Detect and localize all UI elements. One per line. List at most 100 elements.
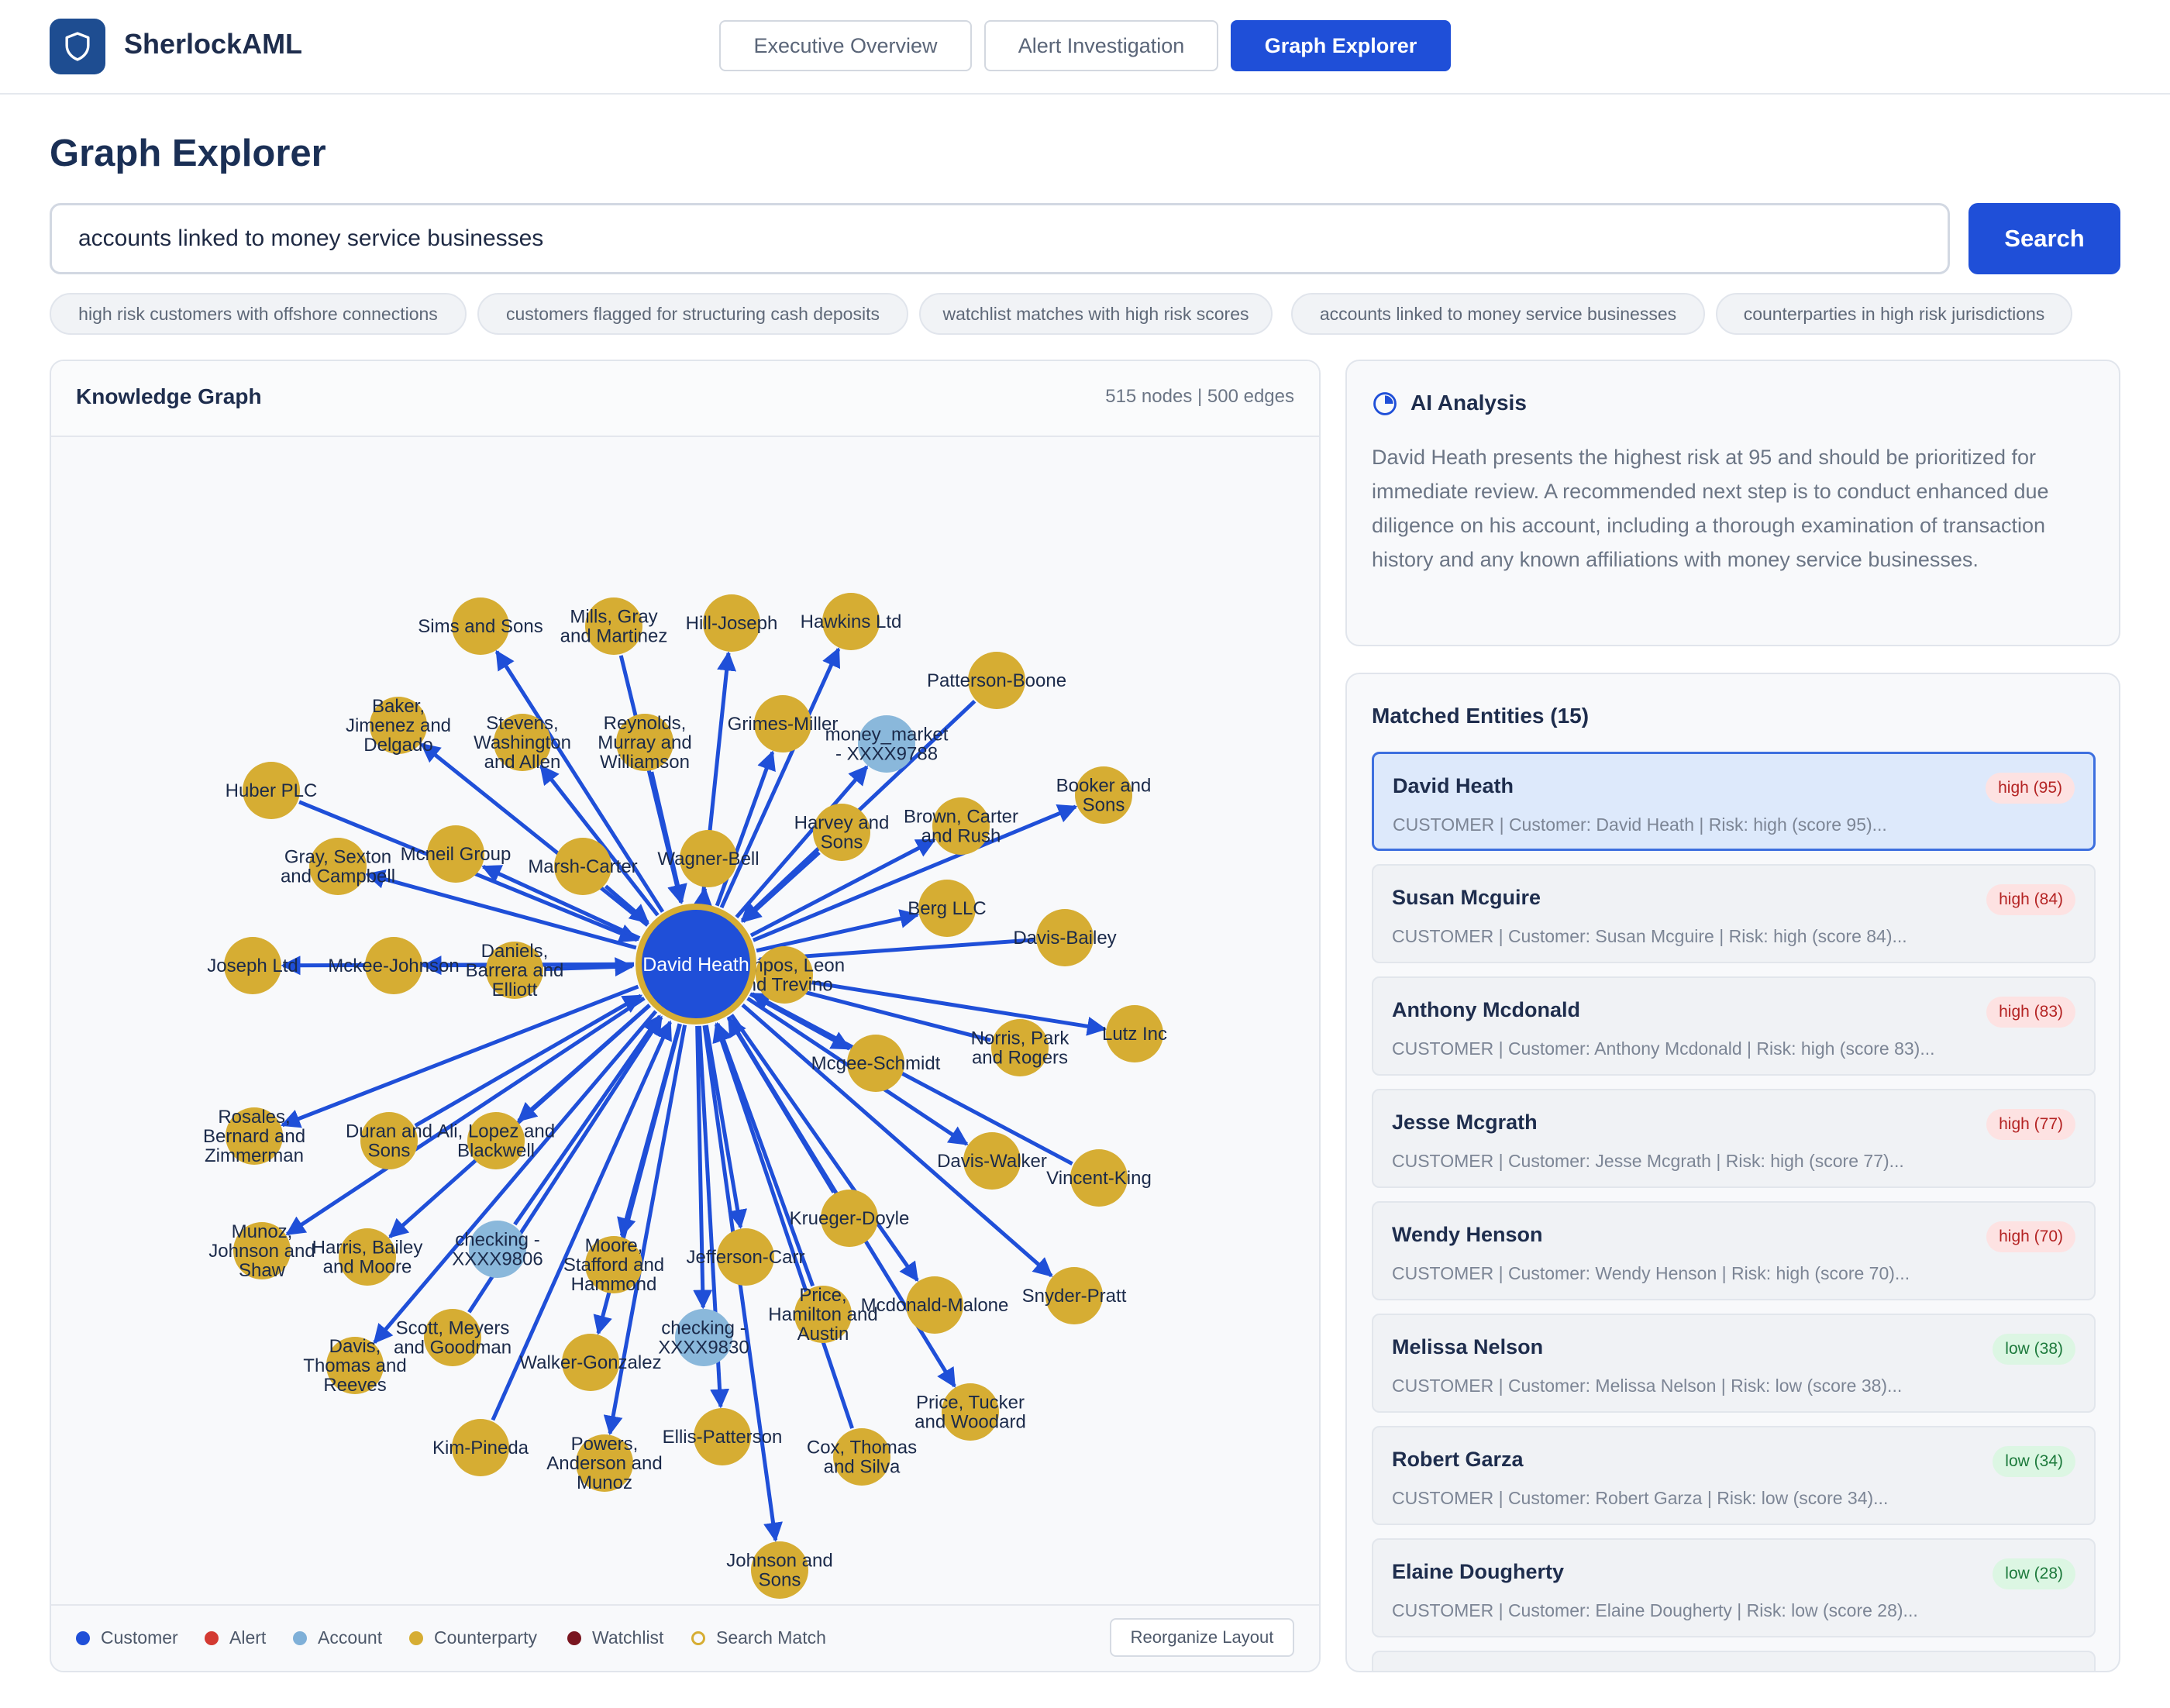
suggestion-chip[interactable]: accounts linked to money service busines… (1291, 293, 1705, 335)
entity-card[interactable]: Elaine Dougherty low (28) CUSTOMER | Cus… (1372, 1538, 2096, 1637)
suggestion-chip[interactable]: watchlist matches with high risk scores (919, 293, 1273, 335)
graph-node[interactable]: Reynolds, Murray and Williamson (598, 713, 691, 773)
ai-analysis-title: AI Analysis (1410, 391, 1527, 415)
entity-card[interactable]: Susan Mcguire high (84) CUSTOMER | Custo… (1372, 864, 2096, 963)
entity-name: Anthony Mcdonald (1392, 998, 1580, 1021)
tab-graph-explorer[interactable]: Graph Explorer (1231, 20, 1451, 71)
entity-summary: CUSTOMER | Customer: Melissa Nelson | Ri… (1392, 1376, 1903, 1396)
graph-node[interactable]: Kim-Pineda (432, 1419, 529, 1476)
entity-card[interactable]: Jesse Mcgrath high (77) CUSTOMER | Custo… (1372, 1089, 2096, 1188)
graph-node[interactable]: Johnson and Sons (726, 1541, 833, 1599)
graph-node[interactable]: Rosales, Bernard and Zimmerman (203, 1107, 305, 1166)
graph-node[interactable]: Duran and Sons (346, 1112, 432, 1169)
graph-node[interactable]: Hill-Joseph (686, 594, 778, 652)
graph-node[interactable]: Brown, Carter and Rush (904, 797, 1018, 855)
entity-card[interactable]: Melissa Nelson low (38) CUSTOMER | Custo… (1372, 1314, 2096, 1413)
graph-node[interactable]: Booker and Sons (1056, 766, 1152, 824)
graph-node[interactable]: Moore, Stafford and Hammond (563, 1235, 664, 1295)
entity-summary: CUSTOMER | Customer: David Heath | Risk:… (1393, 814, 1887, 835)
legend-dot (567, 1631, 581, 1645)
graph-node[interactable]: Cox, Thomas and Silva (807, 1428, 917, 1486)
entity-card[interactable]: Robert Garza low (34) CUSTOMER | Custome… (1372, 1426, 2096, 1525)
graph-node[interactable]: Norris, Park and Rogers (971, 1019, 1070, 1076)
entity-summary: CUSTOMER | Customer: Robert Garza | Risk… (1392, 1488, 1889, 1508)
legend-counterparty: Counterparty (409, 1627, 537, 1648)
graph-node[interactable]: Munoz, Johnson and Shaw (208, 1221, 315, 1281)
graph-node-label: Cox, Thomas and Silva (807, 1438, 917, 1478)
graph-node-label: Brown, Carter and Rush (904, 807, 1018, 847)
entity-card[interactable]: Anthony Mcdonald high (83) CUSTOMER | Cu… (1372, 976, 2096, 1076)
graph-node[interactable]: Ali, Lopez and Blackwell (437, 1112, 555, 1169)
search-button[interactable]: Search (1968, 203, 2120, 274)
graph-node[interactable]: Mcdonald-Malone (861, 1276, 1009, 1334)
graph-canvas[interactable]: Sims and Sons Mills, Gray and Martinez Hill… (51, 436, 1319, 1607)
graph-node-label: Munoz, Johnson and Shaw (208, 1221, 315, 1281)
logo (50, 19, 105, 74)
graph-node-label: Stevens, Washington and Allen (474, 713, 571, 773)
graph-node[interactable]: Gray, Sexton and Campbell (281, 838, 395, 895)
graph-node[interactable]: Huber PLC (226, 762, 318, 819)
graph-node-label: Johnson and Sons (726, 1551, 832, 1591)
graph-node-label: Baker, Jimenez and Delgado (346, 696, 451, 756)
graph-node[interactable]: checking -XXXX9830 (658, 1309, 749, 1366)
graph-node[interactable]: Krueger-Doyle (790, 1190, 910, 1247)
entity-name: Jesse Mcgrath (1392, 1111, 1538, 1134)
graph-center-node[interactable]: David Heath (636, 904, 756, 1024)
legend-dot (293, 1631, 307, 1645)
graph-node[interactable]: Price, Tucker and Woodard (914, 1383, 1026, 1441)
graph-node-label: Berg LLC (908, 898, 986, 919)
graph-edge (693, 887, 713, 907)
center-node-label: David Heath (642, 954, 749, 976)
graph-node[interactable]: Mckee-Johnson (328, 937, 460, 994)
graph-node-label: Rosales, Bernard and Zimmerman (203, 1107, 305, 1166)
tab-alert-investigation[interactable]: Alert Investigation (984, 20, 1218, 71)
graph-node[interactable]: Mcneil Group (401, 825, 512, 883)
chart-pie-icon (1373, 392, 1397, 415)
graph-node[interactable]: Sims and Sons (418, 597, 543, 655)
graph-node[interactable]: Harris, Bailey and Moore (312, 1228, 423, 1286)
entity-card[interactable]: Wendy Henson high (70) CUSTOMER | Custom… (1372, 1201, 2096, 1300)
graph-node-label: Scott, Meyers and Goodman (394, 1318, 512, 1358)
graph-node[interactable]: money_market - XXXX9788 (825, 715, 949, 773)
graph-node[interactable]: Hawkins Ltd (801, 593, 902, 650)
graph-node[interactable]: Davis-Bailey (1013, 909, 1117, 966)
graph-node-label: Kim-Pineda (432, 1438, 529, 1458)
legend-label: Alert (229, 1627, 267, 1648)
risk-badge: high (95) (1986, 773, 2075, 804)
graph-node[interactable]: Joseph Ltd (207, 937, 298, 994)
legend-search-match: Search Match (691, 1627, 826, 1648)
graph-node[interactable]: Stevens, Washington and Allen (474, 713, 571, 773)
graph-node-label: Davis, Thomas and Reeves (303, 1336, 406, 1396)
graph-node[interactable]: Berg LLC (908, 880, 987, 937)
entity-card-partial[interactable] (1372, 1651, 2096, 1671)
graph-node[interactable]: Grimes-Miller (728, 695, 839, 752)
graph-node[interactable]: Daniels, Barrera and Elliott (466, 941, 564, 1000)
graph-node-label: Huber PLC (226, 780, 318, 801)
entity-card[interactable]: David Heath high (95) CUSTOMER | Custome… (1372, 752, 2096, 851)
graph-node[interactable]: Lutz Inc (1102, 1005, 1167, 1062)
graph-node[interactable]: Davis, Thomas and Reeves (303, 1336, 406, 1396)
graph-node[interactable]: Wagner-Bell (657, 830, 760, 887)
graph-node[interactable]: Snyder-Pratt (1022, 1267, 1127, 1324)
graph-node[interactable]: Harvey and Sons (794, 804, 890, 861)
suggestion-chip[interactable]: customers flagged for structuring cash d… (477, 293, 908, 335)
graph-node[interactable]: Scott, Meyers and Goodman (394, 1309, 512, 1366)
search-input[interactable]: accounts linked to money service busines… (50, 203, 1950, 274)
graph-node-label: Mckee-Johnson (328, 956, 459, 976)
graph-node[interactable]: Powers, Anderson and Munoz (546, 1434, 662, 1493)
reorganize-layout-button[interactable]: Reorganize Layout (1110, 1618, 1294, 1657)
suggestion-chip[interactable]: high risk customers with offshore connec… (50, 293, 467, 335)
graph-node[interactable]: Patterson-Boone (927, 652, 1066, 709)
entity-name: Wendy Henson (1392, 1223, 1543, 1246)
graph-node[interactable]: checking -XXXX9806 (452, 1221, 543, 1278)
graph-node[interactable]: Walker-Gonzalez (519, 1334, 662, 1391)
suggestion-chip[interactable]: counterparties in high risk jurisdiction… (1716, 293, 2072, 335)
graph-node-label: checking -XXXX9830 (658, 1318, 749, 1358)
graph-node[interactable]: Mills, Gray and Martinez (560, 597, 668, 655)
graph-node-label: money_market - XXXX9788 (825, 725, 949, 765)
tab-executive-overview[interactable]: Executive Overview (719, 20, 972, 71)
graph-node[interactable]: Baker, Jimenez and Delgado (346, 696, 451, 756)
graph-node-label: Vincent-King (1046, 1168, 1152, 1189)
graph-node-label: checking -XXXX9806 (452, 1230, 542, 1270)
graph-node-label: Powers, Anderson and Munoz (546, 1434, 662, 1493)
